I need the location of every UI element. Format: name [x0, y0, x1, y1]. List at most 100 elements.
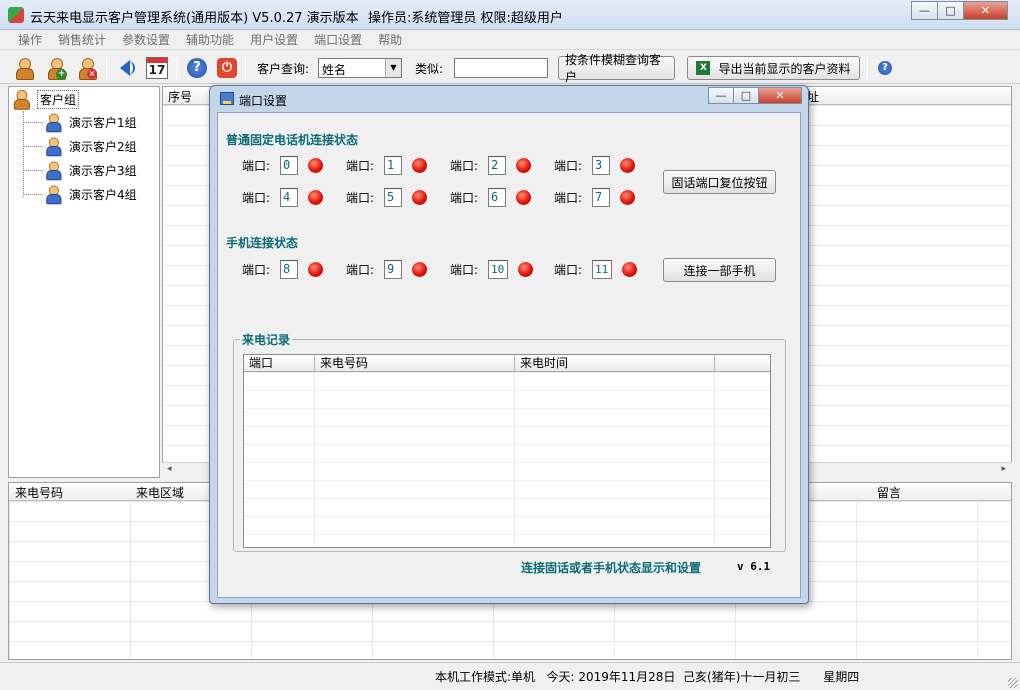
dialog-minimize-button[interactable]: — [708, 87, 734, 104]
port-number-field[interactable]: 1 [384, 156, 402, 175]
port-5: 端口: 5 [346, 188, 427, 207]
exit-icon[interactable]: ⏻ [214, 55, 240, 81]
dialog-close-button[interactable]: ✕ [758, 87, 802, 104]
port-9: 端口: 9 [346, 260, 427, 279]
status-text: 本机工作模式:单机 今天: 2019年11月28日 己亥(猪年)十一月初三 星期… [435, 670, 860, 684]
chevron-down-icon[interactable]: ▼ [385, 59, 401, 77]
dialog-title: 端口设置 [239, 94, 288, 108]
tree-item-group1[interactable]: 演示客户1组 [23, 111, 137, 133]
status-led [620, 158, 635, 173]
query-label: 客户查询: [257, 62, 310, 76]
port-number-field[interactable]: 7 [592, 188, 610, 207]
customer-icon [45, 137, 62, 157]
menu-help[interactable]: 帮助 [378, 31, 402, 48]
similar-label: 类似: [415, 62, 444, 76]
calendar-icon[interactable]: 17 [144, 55, 170, 81]
maximize-button[interactable]: □ [937, 1, 964, 20]
status-led [620, 190, 635, 205]
operator-info: 操作员:系统管理员 权限:超级用户 [368, 11, 563, 26]
status-led [412, 190, 427, 205]
dialog-titlebar[interactable]: 端口设置 — □ ✕ [210, 86, 808, 112]
status-led [516, 158, 531, 173]
customer-icon [45, 113, 62, 133]
dialog-maximize-button[interactable]: □ [733, 87, 759, 104]
tree-root-label: 客户组 [37, 89, 80, 109]
add-customer-icon[interactable]: + [43, 55, 69, 81]
port-2: 端口: 2 [450, 156, 531, 175]
menu-sales-stats[interactable]: 销售统计 [58, 31, 106, 48]
group-icon [12, 89, 30, 110]
scroll-right-icon[interactable]: ▸ [1001, 464, 1006, 474]
port-4: 端口: 4 [242, 188, 323, 207]
port-6: 端口: 6 [450, 188, 531, 207]
customer-icon [45, 161, 62, 181]
column-call-time[interactable]: 来电时间 [515, 355, 715, 372]
column-port[interactable]: 端口 [244, 355, 315, 372]
similar-input[interactable] [454, 58, 548, 78]
landline-section-title: 普通固定电话机连接状态 [226, 133, 359, 147]
menu-params[interactable]: 参数设置 [122, 31, 170, 48]
port-number-field[interactable]: 8 [280, 260, 298, 279]
port-number-field[interactable]: 10 [488, 260, 508, 279]
query-field-select[interactable]: 姓名 ▼ [318, 58, 402, 78]
port-settings-dialog: 端口设置 — □ ✕ 普通固定电话机连接状态 端口: 0 端口: 1 端口: 2… [209, 85, 809, 604]
status-led [308, 262, 323, 277]
port-1: 端口: 1 [346, 156, 427, 175]
call-record-list[interactable]: 端口 来电号码 来电时间 [243, 354, 771, 548]
export-button[interactable]: X 导出当前显示的客户资料 [687, 56, 860, 80]
customer-icon [45, 185, 62, 205]
port-number-field[interactable]: 3 [592, 156, 610, 175]
minimize-button[interactable]: — [911, 1, 938, 20]
close-button[interactable]: ✕ [963, 1, 1008, 20]
connect-phone-button[interactable]: 连接一部手机 [663, 258, 776, 282]
status-led [516, 190, 531, 205]
status-bar: 本机工作模式:单机 今天: 2019年11月28日 己亥(猪年)十一月初三 星期… [0, 662, 1020, 690]
column-caller-number[interactable]: 来电号码 [315, 355, 515, 372]
menu-operate[interactable]: 操作 [18, 31, 42, 48]
port-number-field[interactable]: 2 [488, 156, 506, 175]
customer-icon[interactable] [11, 55, 37, 81]
menu-user-settings[interactable]: 用户设置 [250, 31, 298, 48]
tree-item-group3[interactable]: 演示客户3组 [23, 159, 137, 181]
speaker-icon[interactable] [112, 55, 138, 81]
toolbar: + × 17 ? ⏻ 客户查询: 姓名 ▼ 类似: 按条件模糊查询客户 X 导出… [0, 51, 1020, 84]
help-small-icon[interactable]: ? [872, 55, 898, 81]
column-message[interactable]: 留言 [877, 484, 901, 501]
version-label: v 6.1 [737, 560, 771, 573]
status-led [622, 262, 637, 277]
column-caller-number[interactable]: 来电号码 [15, 484, 63, 501]
mobile-section-title: 手机连接状态 [226, 236, 299, 250]
menu-bar: 操作 销售统计 参数设置 辅助功能 用户设置 端口设置 帮助 [0, 30, 1020, 50]
status-led [308, 190, 323, 205]
app-titlebar: 云天来电显示客户管理系统(通用版本) V5.0.27 演示版本 操作员:系统管理… [0, 0, 1020, 30]
menu-port-settings[interactable]: 端口设置 [314, 31, 362, 48]
port-number-field[interactable]: 11 [592, 260, 612, 279]
help-icon[interactable]: ? [184, 55, 210, 81]
tree-item-group2[interactable]: 演示客户2组 [23, 135, 137, 157]
reset-landline-ports-button[interactable]: 固话端口复位按钮 [663, 170, 776, 194]
port-number-field[interactable]: 6 [488, 188, 506, 207]
port-icon [220, 92, 234, 105]
port-number-field[interactable]: 0 [280, 156, 298, 175]
column-seq[interactable]: 序号 [168, 88, 192, 105]
delete-customer-icon[interactable]: × [74, 55, 100, 81]
port-number-field[interactable]: 9 [384, 260, 402, 279]
port-7: 端口: 7 [554, 188, 635, 207]
dialog-body: 普通固定电话机连接状态 端口: 0 端口: 1 端口: 2 端口: 3 端口: … [217, 112, 801, 598]
scroll-left-icon[interactable]: ◂ [167, 464, 172, 474]
port-0: 端口: 0 [242, 156, 323, 175]
call-record-group: 来电记录 端口 来电号码 来电时间 [233, 331, 786, 552]
port-10: 端口: 10 [450, 260, 533, 279]
menu-aux[interactable]: 辅助功能 [186, 31, 234, 48]
tree-root[interactable]: 客户组 [11, 88, 80, 110]
port-number-field[interactable]: 4 [280, 188, 298, 207]
port-number-field[interactable]: 5 [384, 188, 402, 207]
port-3: 端口: 3 [554, 156, 635, 175]
resize-grip-icon[interactable] [1008, 678, 1018, 688]
tree-item-group4[interactable]: 演示客户4组 [23, 183, 137, 205]
column-caller-region[interactable]: 来电区域 [136, 484, 184, 501]
status-led [308, 158, 323, 173]
fuzzy-query-button[interactable]: 按条件模糊查询客户 [558, 53, 675, 84]
customer-group-tree: 客户组 演示客户1组 演示客户2组 演示客户3组 演示客户4组 [8, 86, 160, 478]
port-11: 端口: 11 [554, 260, 637, 279]
